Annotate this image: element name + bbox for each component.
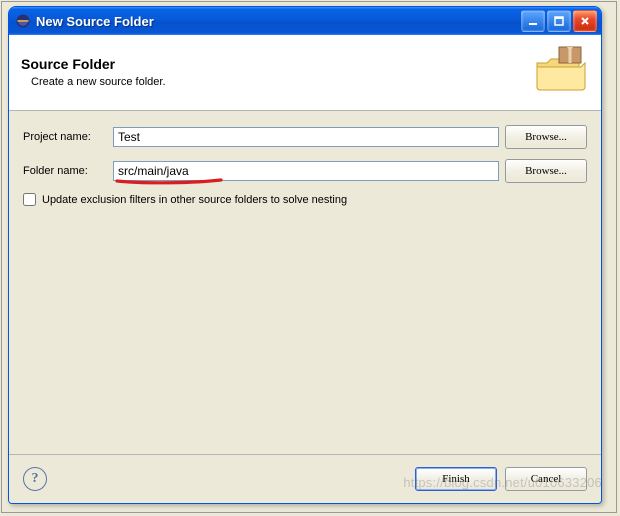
- project-browse-button[interactable]: Browse...: [505, 125, 587, 149]
- project-name-label: Project name:: [23, 131, 107, 143]
- window-title: New Source Folder: [36, 14, 521, 29]
- page-subtitle: Create a new source folder.: [31, 76, 166, 88]
- dialog-window: New Source Folder Source Folder Create a…: [8, 6, 602, 504]
- folder-name-label: Folder name:: [23, 165, 107, 177]
- folder-name-row: Folder name: Browse...: [23, 159, 587, 183]
- header-panel: Source Folder Create a new source folder…: [9, 35, 601, 111]
- page-title: Source Folder: [21, 56, 166, 72]
- exclusion-checkbox-row: Update exclusion filters in other source…: [23, 193, 587, 206]
- exclusion-checkbox[interactable]: [23, 193, 36, 206]
- finish-button[interactable]: Finish: [415, 467, 497, 491]
- titlebar[interactable]: New Source Folder: [9, 7, 601, 35]
- close-button[interactable]: [573, 10, 597, 32]
- exclusion-checkbox-label: Update exclusion filters in other source…: [42, 194, 347, 206]
- annotation-underline: [115, 177, 223, 185]
- eclipse-icon: [15, 13, 31, 29]
- maximize-button[interactable]: [547, 10, 571, 32]
- project-name-row: Project name: Browse...: [23, 125, 587, 149]
- form-area: Project name: Browse... Folder name: Bro…: [9, 111, 601, 216]
- package-folder-icon: [533, 45, 589, 98]
- minimize-button[interactable]: [521, 10, 545, 32]
- project-name-input[interactable]: [113, 127, 499, 147]
- folder-browse-button[interactable]: Browse...: [505, 159, 587, 183]
- help-button[interactable]: ?: [23, 467, 47, 491]
- dialog-footer: ? Finish Cancel: [9, 454, 601, 503]
- cancel-button[interactable]: Cancel: [505, 467, 587, 491]
